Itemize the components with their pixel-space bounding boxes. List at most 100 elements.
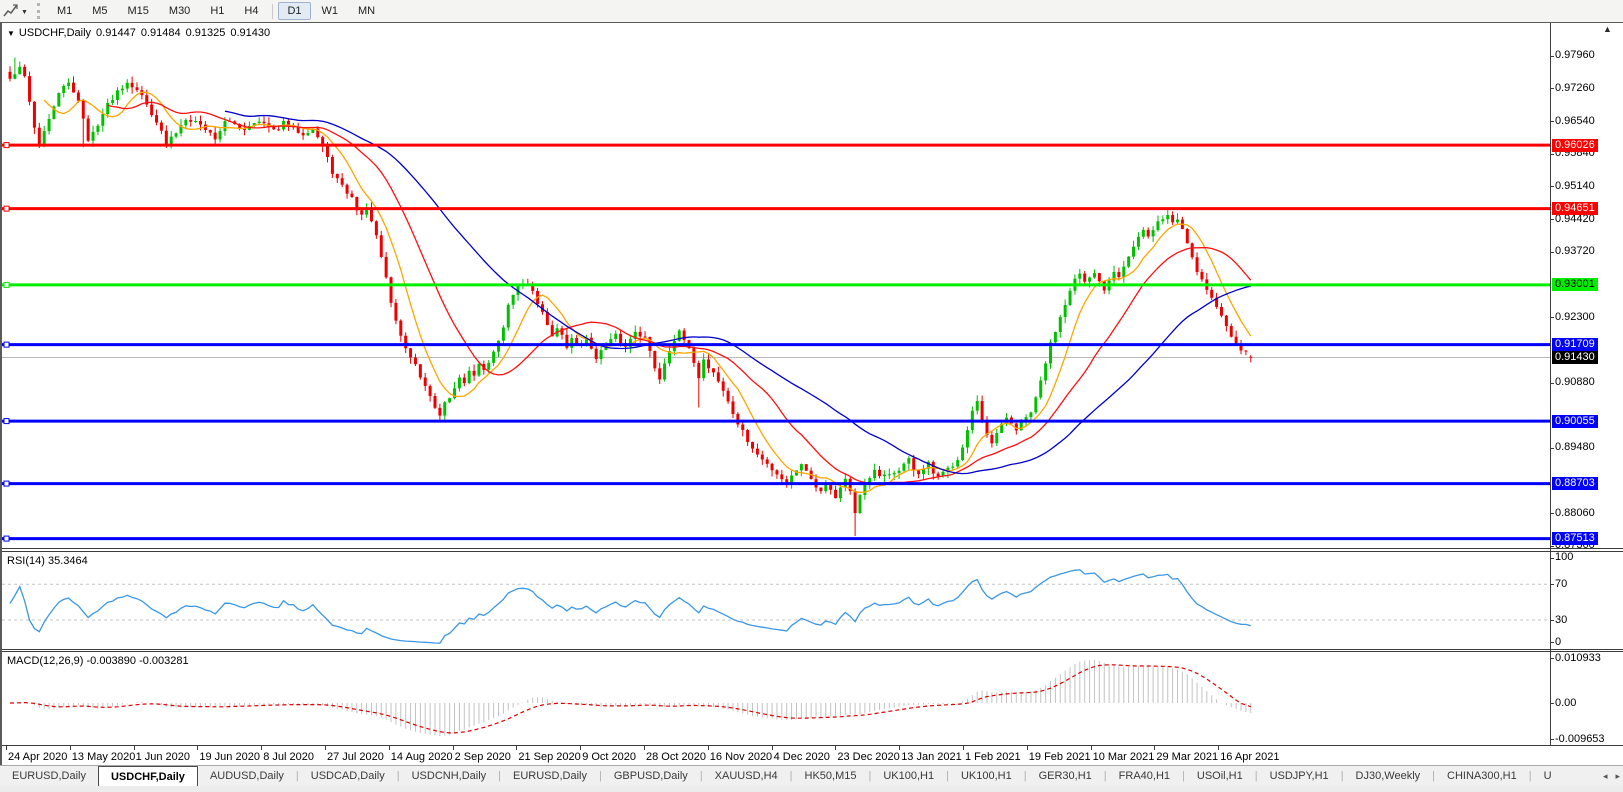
timeframe-button-h4[interactable]: H4 (235, 2, 267, 20)
timeframe-button-d1[interactable]: D1 (278, 2, 310, 20)
tab-fra40-h1[interactable]: FRA40,H1 (1107, 766, 1182, 786)
timeframe-button-mn[interactable]: MN (349, 2, 384, 20)
date-tick (963, 746, 964, 750)
rsi-axis-label: 30 (1555, 614, 1567, 627)
date-tick (1027, 746, 1028, 750)
price-axis-label: 0.92300 (1555, 311, 1595, 324)
axis-tick (1550, 642, 1554, 643)
tab-dj30-weekly[interactable]: DJ30,Weekly (1344, 766, 1433, 786)
tab-scroll-right-icon[interactable]: ▸ (1615, 771, 1620, 782)
macd-indicator-panel[interactable] (2, 652, 1550, 744)
axis-tick (1550, 658, 1554, 659)
chart-shift-icon[interactable]: ▲ (1603, 24, 1612, 34)
chart-tool-icon (3, 4, 19, 18)
hline-handle (4, 206, 9, 211)
price-axis-border (1550, 23, 1551, 745)
chart-tab-bar: EURUSD,DailyUSDCHF,DailyAUDUSD,Daily|USD… (0, 765, 1623, 786)
tab-usdcad-daily[interactable]: USDCAD,Daily (299, 766, 397, 786)
tab-u[interactable]: U (1532, 766, 1564, 786)
timeframe-button-w1[interactable]: W1 (313, 2, 348, 20)
macd-value-2: -0.003281 (139, 655, 189, 667)
macd-name: MACD(12,26,9) (7, 655, 83, 667)
tab-audusd-daily[interactable]: AUDUSD,Daily (198, 766, 296, 786)
level-price-label: 0.88703 (1552, 477, 1598, 490)
rsi-indicator-panel[interactable] (2, 552, 1550, 648)
symbol-dropdown-icon[interactable]: ▼ (7, 29, 15, 38)
hline-handle (4, 419, 9, 424)
price-axis-label: 0.93720 (1555, 245, 1595, 258)
toolbar-grip[interactable] (37, 3, 40, 19)
symbol-label: USDCHF,Daily (19, 27, 91, 39)
tab-xauusd-h4[interactable]: XAUUSD,H4 (703, 766, 790, 786)
tab-uk100-h1[interactable]: UK100,H1 (871, 766, 946, 786)
date-tick (644, 746, 645, 750)
price-axis-label: 0.97960 (1555, 49, 1595, 62)
axis-tick (1550, 252, 1554, 253)
tab-eurusd-daily[interactable]: EURUSD,Daily (501, 766, 599, 786)
chart-tool-button[interactable]: ▼ (3, 4, 31, 18)
date-tick (389, 746, 390, 750)
axis-tick (1550, 703, 1554, 704)
tab-hk50-m15[interactable]: HK50,M15 (793, 766, 869, 786)
panel-separator[interactable] (2, 551, 1623, 552)
axis-tick (1550, 546, 1554, 547)
date-label: 19 Feb 2021 (1029, 751, 1091, 763)
date-label: 19 Jun 2020 (199, 751, 260, 763)
chevron-down-icon[interactable]: ▼ (21, 9, 28, 16)
level-price-label: 0.93001 (1552, 278, 1598, 291)
timeframe-button-m15[interactable]: M15 (119, 2, 158, 20)
date-label: 23 Dec 2020 (837, 751, 899, 763)
axis-tick (1550, 383, 1554, 384)
tab-scroll-left-icon[interactable]: ◂ (1603, 771, 1608, 782)
timeframe-button-m30[interactable]: M30 (160, 2, 199, 20)
tab-scroll-arrows: ◂▸ (1603, 766, 1620, 786)
date-label: 8 Jul 2020 (263, 751, 314, 763)
date-tick (1091, 746, 1092, 750)
date-label: 16 Apr 2021 (1220, 751, 1279, 763)
level-price-label: 0.94651 (1552, 202, 1598, 215)
tab-ger30-h1[interactable]: GER30,H1 (1027, 766, 1104, 786)
tab-uk100-h1[interactable]: UK100,H1 (949, 766, 1024, 786)
macd-value-1: -0.003890 (86, 655, 136, 667)
date-tick (261, 746, 262, 750)
time-axis[interactable]: 24 Apr 202013 May 20201 Jun 202019 Jun 2… (2, 746, 1550, 764)
tab-usoil-h1[interactable]: USOil,H1 (1185, 766, 1255, 786)
date-label: 13 Jan 2021 (901, 751, 962, 763)
hline-handle (4, 282, 9, 287)
hline-handle (4, 481, 9, 486)
panel-separator[interactable] (2, 651, 1623, 652)
rsi-axis-label: 70 (1555, 578, 1567, 591)
level-price-label: 0.90055 (1552, 415, 1598, 428)
rsi-axis-label: 0 (1555, 636, 1561, 649)
tab-usdcnh-daily[interactable]: USDCNH,Daily (400, 766, 499, 786)
quote-close: 0.91430 (230, 27, 270, 39)
main-price-chart[interactable] (2, 24, 1550, 548)
level-price-label: 0.91709 (1552, 338, 1598, 351)
macd-axis-label: 0.00 (1555, 697, 1576, 710)
axis-tick (1550, 88, 1554, 89)
tab-eurusd-daily[interactable]: EURUSD,Daily (0, 766, 98, 786)
date-tick (835, 746, 836, 750)
date-tick (325, 746, 326, 750)
quote-open: 0.91447 (96, 27, 136, 39)
timeframe-button-m5[interactable]: M5 (83, 2, 116, 20)
panel-separator[interactable] (2, 548, 1623, 549)
tab-usdjpy-h1[interactable]: USDJPY,H1 (1258, 766, 1341, 786)
date-label: 29 Mar 2021 (1156, 751, 1218, 763)
date-tick (899, 746, 900, 750)
tab-gbpusd-daily[interactable]: GBPUSD,Daily (602, 766, 700, 786)
price-axis-label: 0.88060 (1555, 507, 1595, 520)
chart-window: ▼USDCHF,Daily0.914470.914840.913250.9143… (0, 22, 1623, 766)
panel-separator[interactable] (2, 649, 1623, 650)
tab-china300-h1[interactable]: CHINA300,H1 (1435, 766, 1529, 786)
axis-tick (1550, 620, 1554, 621)
timeframe-button-m1[interactable]: M1 (48, 2, 81, 20)
tab-usdchf-daily[interactable]: USDCHF,Daily (98, 766, 198, 786)
level-price-label: 0.96026 (1552, 139, 1598, 152)
rsi-axis-label: 100 (1555, 551, 1573, 564)
date-label: 2 Sep 2020 (455, 751, 511, 763)
level-price-label: 0.87513 (1552, 532, 1598, 545)
date-tick (1154, 746, 1155, 750)
axis-tick (1550, 558, 1554, 559)
timeframe-button-h1[interactable]: H1 (201, 2, 233, 20)
